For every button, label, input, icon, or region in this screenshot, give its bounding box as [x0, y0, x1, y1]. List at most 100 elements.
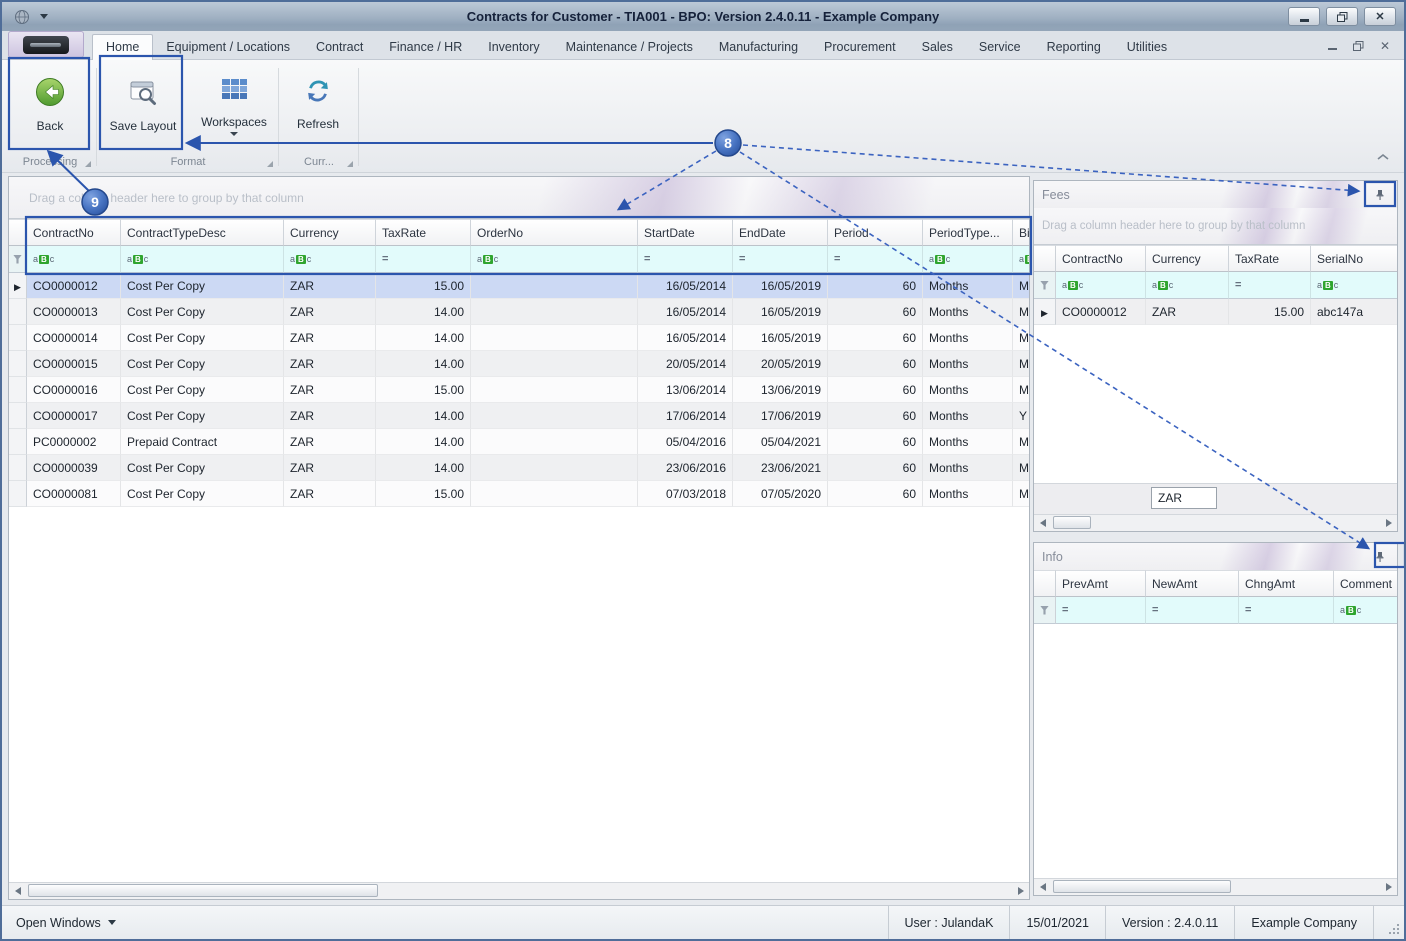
filter-cell[interactable]: aBc — [1056, 272, 1146, 299]
grid-cell[interactable]: 14.00 — [376, 403, 471, 429]
grid-cell[interactable]: Months — [923, 325, 1013, 351]
grid-cell[interactable]: ZAR — [284, 299, 376, 325]
grid-cell[interactable]: M — [1013, 377, 1029, 403]
grid-cell[interactable]: 07/03/2018 — [638, 481, 733, 507]
scroll-left-icon[interactable] — [1034, 515, 1051, 531]
grid-cell[interactable]: M — [1013, 351, 1029, 377]
grid-cell[interactable]: CO0000017 — [27, 403, 121, 429]
grid-cell[interactable]: Cost Per Copy — [121, 455, 284, 481]
column-header[interactable]: ContractTypeDesc — [121, 219, 284, 246]
grid-cell[interactable] — [471, 455, 638, 481]
grid-cell[interactable]: Months — [923, 299, 1013, 325]
grid-cell[interactable]: 60 — [828, 429, 923, 455]
grid-cell[interactable]: 60 — [828, 351, 923, 377]
quick-access-dropdown-icon[interactable] — [40, 14, 48, 19]
grid-cell[interactable]: 20/05/2014 — [638, 351, 733, 377]
grid-cell[interactable]: 13/06/2014 — [638, 377, 733, 403]
filter-cell[interactable]: aBc — [121, 246, 284, 273]
grid-cell[interactable]: 14.00 — [376, 455, 471, 481]
grid-cell[interactable]: 05/04/2016 — [638, 429, 733, 455]
grid-cell[interactable]: CO0000081 — [27, 481, 121, 507]
grid-cell[interactable]: CO0000015 — [27, 351, 121, 377]
refresh-button[interactable]: Refresh — [284, 66, 352, 152]
grid-cell[interactable]: Cost Per Copy — [121, 273, 284, 299]
table-row[interactable]: ▶ CO0000012 Cost Per Copy ZAR 15.00 16/05/201… — [9, 273, 1029, 299]
column-header[interactable]: ContractNo — [27, 219, 121, 246]
scrollbar-track[interactable] — [26, 883, 1012, 899]
dialog-launcher-icon[interactable] — [85, 161, 91, 167]
grid-cell[interactable]: PC0000002 — [27, 429, 121, 455]
grid-cell[interactable]: Cost Per Copy — [121, 299, 284, 325]
table-row[interactable]: PC0000002 Prepaid Contract ZAR 14.00 05/04/2… — [9, 429, 1029, 455]
grid-cell[interactable]: ZAR — [284, 273, 376, 299]
column-header[interactable]: ContractNo — [1056, 245, 1146, 272]
grid-cell[interactable]: Months — [923, 403, 1013, 429]
grid-cell[interactable]: Y — [1013, 403, 1029, 429]
grid-cell[interactable]: 60 — [828, 455, 923, 481]
table-row[interactable]: CO0000013 Cost Per Copy ZAR 14.00 16/05/2014… — [9, 299, 1029, 325]
grid-cell[interactable]: 20/05/2019 — [733, 351, 828, 377]
column-header[interactable]: ChngAmt — [1239, 570, 1334, 597]
grid-cell[interactable]: abc147a — [1311, 299, 1397, 325]
grid-cell[interactable]: Cost Per Copy — [121, 351, 284, 377]
filter-cell[interactable]: aBc — [1013, 246, 1029, 273]
grid-cell[interactable] — [471, 273, 638, 299]
grid-cell[interactable]: CO0000012 — [1056, 299, 1146, 325]
grid-cell[interactable]: 15.00 — [376, 481, 471, 507]
mdi-minimize-icon[interactable] — [1327, 42, 1337, 50]
grid-cell[interactable]: Months — [923, 377, 1013, 403]
grid-cell[interactable]: CO0000039 — [27, 455, 121, 481]
grid-cell[interactable]: 16/05/2019 — [733, 299, 828, 325]
grid-cell[interactable]: Months — [923, 351, 1013, 377]
grid-cell[interactable]: ZAR — [284, 377, 376, 403]
tab-service[interactable]: Service — [966, 35, 1034, 59]
filter-cell[interactable]: = — [1229, 272, 1311, 299]
filter-cell[interactable]: = — [376, 246, 471, 273]
grid-cell[interactable]: 60 — [828, 325, 923, 351]
grid-cell[interactable]: 14.00 — [376, 429, 471, 455]
info-pin-icon[interactable] — [1371, 548, 1389, 565]
column-header[interactable]: PrevAmt — [1056, 570, 1146, 597]
grid-cell[interactable] — [471, 429, 638, 455]
grid-cell[interactable]: 14.00 — [376, 325, 471, 351]
filter-cell[interactable]: = — [828, 246, 923, 273]
column-header[interactable]: TaxRate — [376, 219, 471, 246]
column-header[interactable]: TaxRate — [1229, 245, 1311, 272]
grid-cell[interactable]: ZAR — [284, 455, 376, 481]
grid-cell[interactable]: 17/06/2014 — [638, 403, 733, 429]
column-header[interactable]: OrderNo — [471, 219, 638, 246]
scrollbar-thumb[interactable] — [1053, 880, 1231, 893]
dialog-launcher-icon[interactable] — [267, 161, 273, 167]
grid-cell[interactable]: 14.00 — [376, 299, 471, 325]
dialog-launcher-icon[interactable] — [347, 161, 353, 167]
group-by-panel[interactable]: Drag a column header here to group by th… — [9, 177, 1029, 219]
mdi-restore-icon[interactable] — [1352, 41, 1364, 51]
filter-cell[interactable]: = — [1146, 597, 1239, 624]
restore-button[interactable] — [1326, 7, 1358, 26]
workspaces-button[interactable]: Workspaces — [194, 66, 274, 152]
grid-cell[interactable]: 15.00 — [376, 273, 471, 299]
grid-cell[interactable]: 16/05/2014 — [638, 273, 733, 299]
grid-cell[interactable]: 60 — [828, 273, 923, 299]
tab-utilities[interactable]: Utilities — [1114, 35, 1180, 59]
save-layout-button[interactable]: Save Layout — [104, 66, 182, 152]
filter-cell[interactable]: = — [1239, 597, 1334, 624]
grid-cell[interactable]: 60 — [828, 377, 923, 403]
tab-maintenance-projects[interactable]: Maintenance / Projects — [553, 35, 706, 59]
scroll-right-icon[interactable] — [1380, 515, 1397, 531]
tab-procurement[interactable]: Procurement — [811, 35, 909, 59]
filter-cell[interactable]: aBc — [284, 246, 376, 273]
grid-cell[interactable]: M — [1013, 325, 1029, 351]
back-button[interactable]: Back — [12, 66, 88, 152]
grid-cell[interactable]: ZAR — [1146, 299, 1229, 325]
grid-cell[interactable]: ZAR — [284, 403, 376, 429]
grid-cell[interactable]: Months — [923, 481, 1013, 507]
grid-cell[interactable]: M — [1013, 481, 1029, 507]
grid-cell[interactable]: 05/04/2021 — [733, 429, 828, 455]
filter-cell[interactable]: aBc — [1311, 272, 1397, 299]
grid-cell[interactable]: ZAR — [284, 325, 376, 351]
tab-home[interactable]: Home — [92, 34, 154, 60]
filter-cell[interactable]: aBc — [471, 246, 638, 273]
grid-cell[interactable]: 60 — [828, 403, 923, 429]
grid-cell[interactable]: Cost Per Copy — [121, 403, 284, 429]
